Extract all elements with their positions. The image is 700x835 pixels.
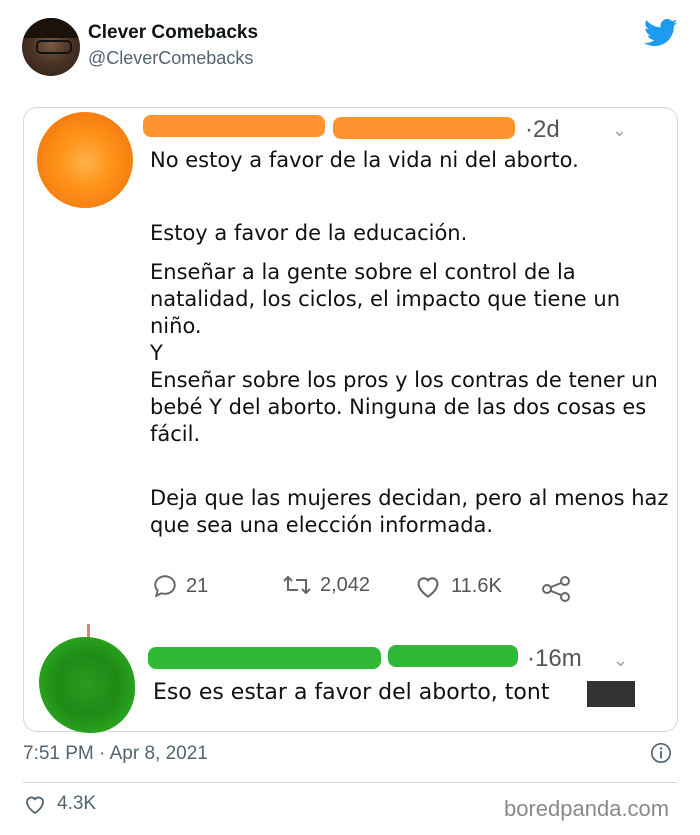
heart-icon-tweet[interactable] — [23, 793, 47, 815]
comment-time: ·2d — [525, 116, 560, 143]
comment-paragraph-2: Estoy a favor de la educación. — [150, 221, 468, 245]
author-handle[interactable]: @CleverComebacks — [88, 48, 253, 69]
author-display-name[interactable]: Clever Comebacks — [88, 22, 258, 44]
avatar-glasses — [36, 40, 72, 54]
redacted-reply-name-bar — [148, 647, 381, 669]
redacted-avatar-green — [39, 637, 135, 733]
tweet-like-count: 4.3K — [57, 793, 97, 814]
reply-count: 21 — [186, 574, 209, 597]
reply-bubble-icon — [154, 575, 176, 598]
redacted-avatar-orange — [37, 112, 133, 208]
redacted-reply-handle-bar — [388, 645, 518, 667]
avatar-hair — [22, 18, 80, 38]
tweet-timestamp[interactable]: 7:51 PM · Apr 8, 2021 — [23, 743, 208, 765]
redacted-handle-bar — [333, 117, 515, 139]
author-avatar[interactable] — [22, 18, 80, 76]
reply-text: Eso es estar a favor del aborto, tont — [153, 680, 550, 705]
redaction-mark — [87, 624, 90, 638]
like-action: 11.6K — [413, 573, 502, 599]
chevron-down-icon-2: ⌄ — [613, 650, 629, 670]
reply-time: ·16m — [527, 645, 582, 672]
comment-paragraph-1: No estoy a favor de la vida ni del abort… — [150, 148, 579, 172]
retweet-icon — [283, 575, 311, 595]
comment-paragraph-4: Deja que las mujeres decidan, pero al me… — [150, 486, 669, 537]
redacted-name-bar — [143, 115, 325, 137]
twitter-bird-icon[interactable] — [644, 18, 678, 48]
retweet-action: 2,042 — [282, 573, 370, 597]
comment-paragraph-3: Enseñar a la gente sobre el control de l… — [150, 260, 658, 446]
redaction-box — [587, 681, 635, 707]
footer-divider — [23, 782, 677, 783]
like-count: 11.6K — [451, 574, 502, 597]
retweet-count: 2,042 — [320, 573, 371, 596]
share-icon — [542, 576, 570, 602]
watermark: boredpanda.com — [504, 796, 670, 821]
chevron-down-icon: ⌄ — [612, 120, 628, 140]
tweet-like-action[interactable]: 4.3K — [23, 793, 96, 815]
heart-icon — [417, 577, 439, 598]
info-icon[interactable] — [650, 742, 672, 764]
reply-action: 21 — [152, 573, 208, 599]
